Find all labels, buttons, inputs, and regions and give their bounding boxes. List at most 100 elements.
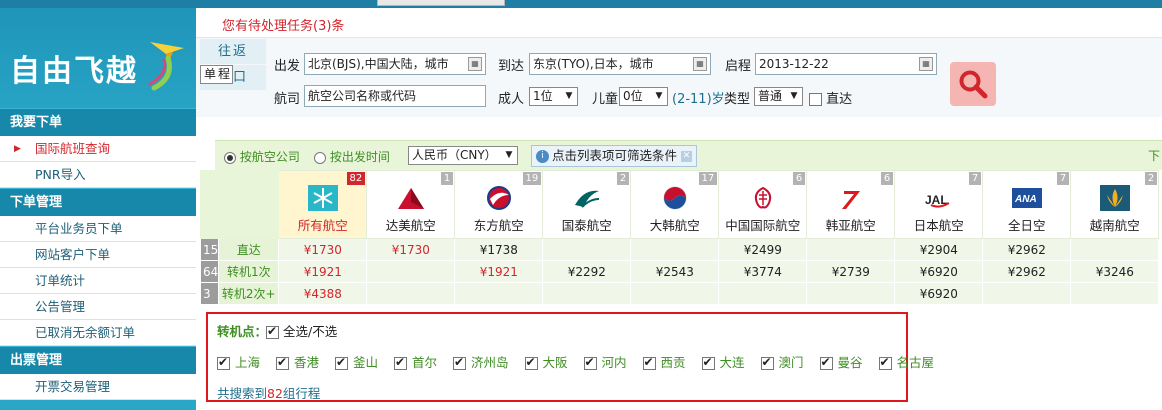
fare-cell[interactable]: [454, 282, 544, 305]
transfer-city-option[interactable]: 釜山: [335, 352, 378, 371]
transfer-city-option[interactable]: 首尔: [394, 352, 437, 371]
fare-cell[interactable]: [630, 282, 720, 305]
calendar-icon[interactable]: ▦: [468, 57, 482, 71]
sidebar-section-order[interactable]: 我要下单: [0, 108, 196, 136]
fare-cell[interactable]: ¥2292: [542, 260, 632, 283]
fare-cell[interactable]: [718, 282, 808, 305]
city-checkbox[interactable]: [760, 355, 774, 370]
sort-airline-radio[interactable]: [224, 151, 236, 164]
fare-cell[interactable]: ¥1921: [454, 260, 544, 283]
currency-select[interactable]: 人民币（CNY） ▼: [408, 146, 518, 165]
sidebar-item-announcements[interactable]: 公告管理: [0, 294, 196, 320]
fare-cell[interactable]: [982, 282, 1072, 305]
adult-select[interactable]: 1位 ▼: [529, 87, 578, 106]
transfer-city-option[interactable]: 名古屋: [878, 352, 934, 371]
airline-column-vietnam-airlines[interactable]: 2 越南航空: [1070, 170, 1160, 239]
search-button[interactable]: [950, 62, 996, 106]
sidebar-item-ticketing-transactions[interactable]: 开票交易管理: [0, 374, 196, 400]
airline-column-china-eastern[interactable]: 19 东方航空: [454, 170, 544, 239]
sidebar-item-pnr-import[interactable]: PNR导入: [0, 162, 196, 188]
fare-row-one-stop[interactable]: 64 转机1次 ¥1921 ¥1921 ¥2292 ¥2543 ¥3774 ¥2…: [199, 260, 1160, 283]
airline-column-all[interactable]: 82 所有航空: [278, 170, 368, 239]
transfer-city-option[interactable]: 上海: [217, 352, 260, 371]
tab-round-trip[interactable]: 往返: [200, 39, 266, 64]
fare-cell[interactable]: ¥2962: [982, 260, 1072, 283]
fare-cell[interactable]: ¥1738: [454, 238, 544, 261]
transfer-city-option[interactable]: 澳门: [760, 352, 804, 371]
transfer-city-option[interactable]: 大连: [701, 352, 745, 371]
airline-column-jal[interactable]: 7 JAL 日本航空: [894, 170, 984, 239]
row-label[interactable]: 直达: [218, 238, 280, 261]
city-checkbox[interactable]: [701, 355, 715, 370]
transfer-city-option[interactable]: 西贡: [642, 352, 686, 371]
fare-cell[interactable]: [542, 282, 632, 305]
date-input[interactable]: 2013-12-22 ▦: [755, 53, 937, 75]
row-label[interactable]: 转机2次+: [218, 282, 280, 305]
fare-cell[interactable]: [1070, 238, 1160, 261]
fare-cell[interactable]: [366, 282, 456, 305]
city-checkbox[interactable]: [394, 355, 407, 370]
more-link[interactable]: 下: [1148, 147, 1160, 164]
transfer-city-option[interactable]: 济州岛: [453, 352, 509, 371]
fare-cell[interactable]: ¥3246: [1070, 260, 1160, 283]
sort-departure-radio[interactable]: [314, 151, 326, 164]
browser-tab-stub[interactable]: [377, 0, 505, 6]
fare-cell[interactable]: [806, 282, 896, 305]
transfer-city-option[interactable]: 大阪: [524, 352, 568, 371]
fare-cell[interactable]: ¥6920: [894, 260, 984, 283]
airline-column-cathay[interactable]: 2 国泰航空: [542, 170, 632, 239]
select-all-checkbox[interactable]: [266, 324, 279, 339]
sidebar-item-platform-order[interactable]: 平台业务员下单: [0, 216, 196, 242]
fare-cell[interactable]: ¥2543: [630, 260, 720, 283]
close-icon[interactable]: ✕: [681, 151, 693, 162]
to-input[interactable]: 东京(TYO),日本，城市 ▦: [529, 53, 711, 75]
pending-tasks-link[interactable]: 您有待处理任务(3)条: [222, 15, 344, 34]
airline-column-delta[interactable]: 1 达美航空: [366, 170, 456, 239]
fare-cell[interactable]: ¥1921: [278, 260, 368, 283]
fare-cell[interactable]: ¥2739: [806, 260, 896, 283]
transfer-city-option[interactable]: 香港: [276, 352, 319, 371]
type-select[interactable]: 普通 ▼: [754, 87, 803, 106]
fare-cell[interactable]: [630, 238, 720, 261]
fare-cell[interactable]: ¥1730: [278, 238, 368, 261]
fare-row-direct[interactable]: 15 直达 ¥1730 ¥1730 ¥1738 ¥2499 ¥2904 ¥296…: [199, 238, 1160, 261]
city-checkbox[interactable]: [217, 355, 230, 370]
city-checkbox[interactable]: [335, 355, 348, 370]
tab-one-way[interactable]: 单程: [200, 65, 234, 84]
fare-cell[interactable]: ¥2962: [982, 238, 1072, 261]
sort-by-airline[interactable]: 按航空公司: [224, 148, 300, 165]
city-checkbox[interactable]: [642, 355, 656, 370]
select-all-toggle[interactable]: 全选/不选: [266, 321, 337, 340]
airline-column-korean-air[interactable]: 17 大韩航空: [630, 170, 720, 239]
airline-input[interactable]: 航空公司名称或代码: [304, 85, 486, 107]
airline-column-asiana[interactable]: 6 韩亚航空: [806, 170, 896, 239]
fare-cell[interactable]: ¥3774: [718, 260, 808, 283]
sidebar-item-intl-flight-search[interactable]: ▶ 国际航班查询: [0, 136, 196, 162]
sidebar-item-web-customer-order[interactable]: 网站客户下单: [0, 242, 196, 268]
fare-cell[interactable]: ¥1730: [366, 238, 456, 261]
from-input[interactable]: 北京(BJS),中国大陆，城市 ▦: [304, 53, 486, 75]
city-checkbox[interactable]: [583, 355, 597, 370]
fare-cell[interactable]: [366, 260, 456, 283]
fare-cell[interactable]: ¥2904: [894, 238, 984, 261]
transfer-city-option[interactable]: 曼谷: [819, 352, 863, 371]
fare-cell[interactable]: [542, 238, 632, 261]
row-label[interactable]: 转机1次: [218, 260, 280, 283]
sidebar-item-order-stats[interactable]: 订单统计: [0, 268, 196, 294]
fare-cell[interactable]: [806, 238, 896, 261]
city-checkbox[interactable]: [276, 355, 289, 370]
fare-cell[interactable]: ¥6920: [894, 282, 984, 305]
sidebar-section-order-management[interactable]: 下单管理: [0, 188, 196, 216]
city-checkbox[interactable]: [819, 355, 833, 370]
child-select[interactable]: 0位 ▼: [619, 87, 668, 106]
direct-option[interactable]: 直达: [809, 88, 852, 107]
calendar-icon[interactable]: ▦: [693, 57, 707, 71]
fare-cell[interactable]: ¥2499: [718, 238, 808, 261]
airline-column-ana[interactable]: 7 ANA 全日空: [982, 170, 1072, 239]
calendar-icon[interactable]: ▦: [919, 57, 933, 71]
sidebar-item-cancelled-orders[interactable]: 已取消无余额订单: [0, 320, 196, 346]
fare-row-two-stops[interactable]: 3 转机2次+ ¥4388 ¥6920: [199, 282, 1160, 305]
direct-checkbox[interactable]: [809, 93, 822, 106]
fare-cell[interactable]: ¥4388: [278, 282, 368, 305]
airline-column-air-china[interactable]: 6 中国国际航空: [718, 170, 808, 239]
